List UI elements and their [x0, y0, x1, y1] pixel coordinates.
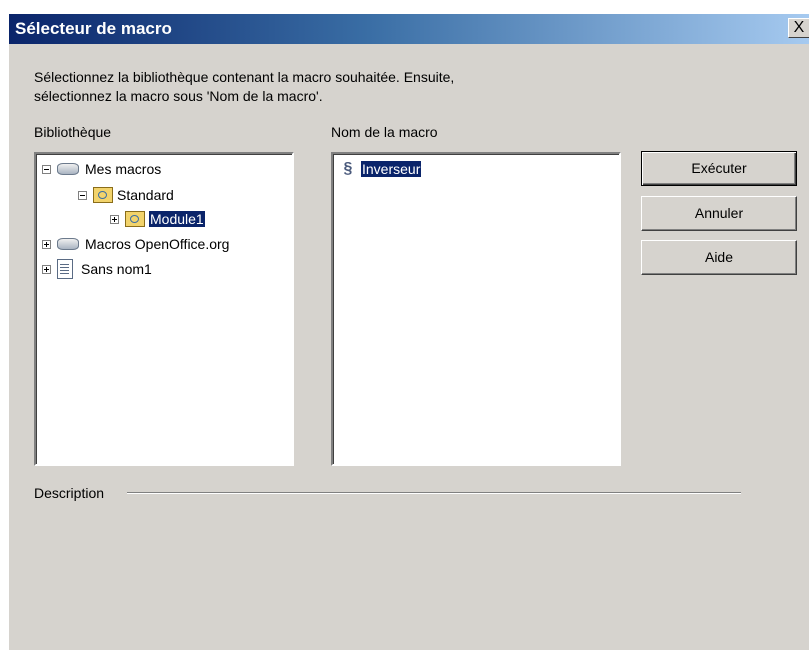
macro-item-label: Inverseur [359, 160, 423, 178]
collapse-icon[interactable] [42, 164, 51, 174]
tree-item-module1[interactable]: Module1 [110, 208, 206, 230]
help-button[interactable]: Aide [641, 240, 797, 275]
expand-icon[interactable] [42, 264, 51, 274]
macro-item-inverseur[interactable]: § Inverseur [339, 158, 423, 180]
library-folder-icon [93, 187, 113, 203]
instructions-line-1: Sélectionnez la bibliothèque contenant l… [34, 69, 455, 85]
run-button[interactable]: Exécuter [641, 151, 797, 186]
tree-item-label: Sans nom1 [81, 261, 152, 277]
library-label: Bibliothèque [34, 124, 112, 140]
tree-item-standard[interactable]: Standard [78, 184, 174, 206]
drive-icon [57, 238, 79, 250]
tree-item-label: Module1 [148, 210, 206, 228]
library-tree[interactable]: Mes macros Standard Module1 Macros OpenO… [34, 152, 294, 466]
tree-item-label: Standard [117, 187, 174, 203]
description-divider [127, 492, 741, 494]
document-icon [57, 259, 73, 279]
description-label: Description [34, 485, 105, 501]
drive-icon [57, 163, 79, 175]
macro-selector-dialog: Sélecteur de macro X Sélectionnez la bib… [8, 14, 809, 650]
macro-name-label: Nom de la macro [331, 124, 438, 140]
instructions-text: Sélectionnez la bibliothèque contenant l… [34, 68, 654, 106]
window-title: Sélecteur de macro [15, 19, 172, 38]
instructions-line-2: sélectionnez la macro sous 'Nom de la ma… [34, 88, 323, 104]
title-bar[interactable]: Sélecteur de macro X [9, 14, 809, 44]
tree-item-label: Macros OpenOffice.org [85, 236, 230, 252]
module-folder-icon [125, 211, 145, 227]
tree-item-sans-nom1[interactable]: Sans nom1 [42, 258, 152, 280]
macro-icon: § [343, 160, 353, 177]
tree-item-mes-macros[interactable]: Mes macros [42, 158, 161, 180]
macro-list[interactable]: § Inverseur [331, 152, 621, 466]
expand-icon[interactable] [110, 214, 119, 224]
collapse-icon[interactable] [78, 190, 87, 200]
cancel-button[interactable]: Annuler [641, 196, 797, 231]
tree-item-macros-openoffice[interactable]: Macros OpenOffice.org [42, 233, 229, 255]
close-icon: X [793, 19, 805, 36]
tree-item-label: Mes macros [85, 161, 162, 177]
expand-icon[interactable] [42, 239, 51, 249]
close-button[interactable]: X [788, 18, 809, 38]
